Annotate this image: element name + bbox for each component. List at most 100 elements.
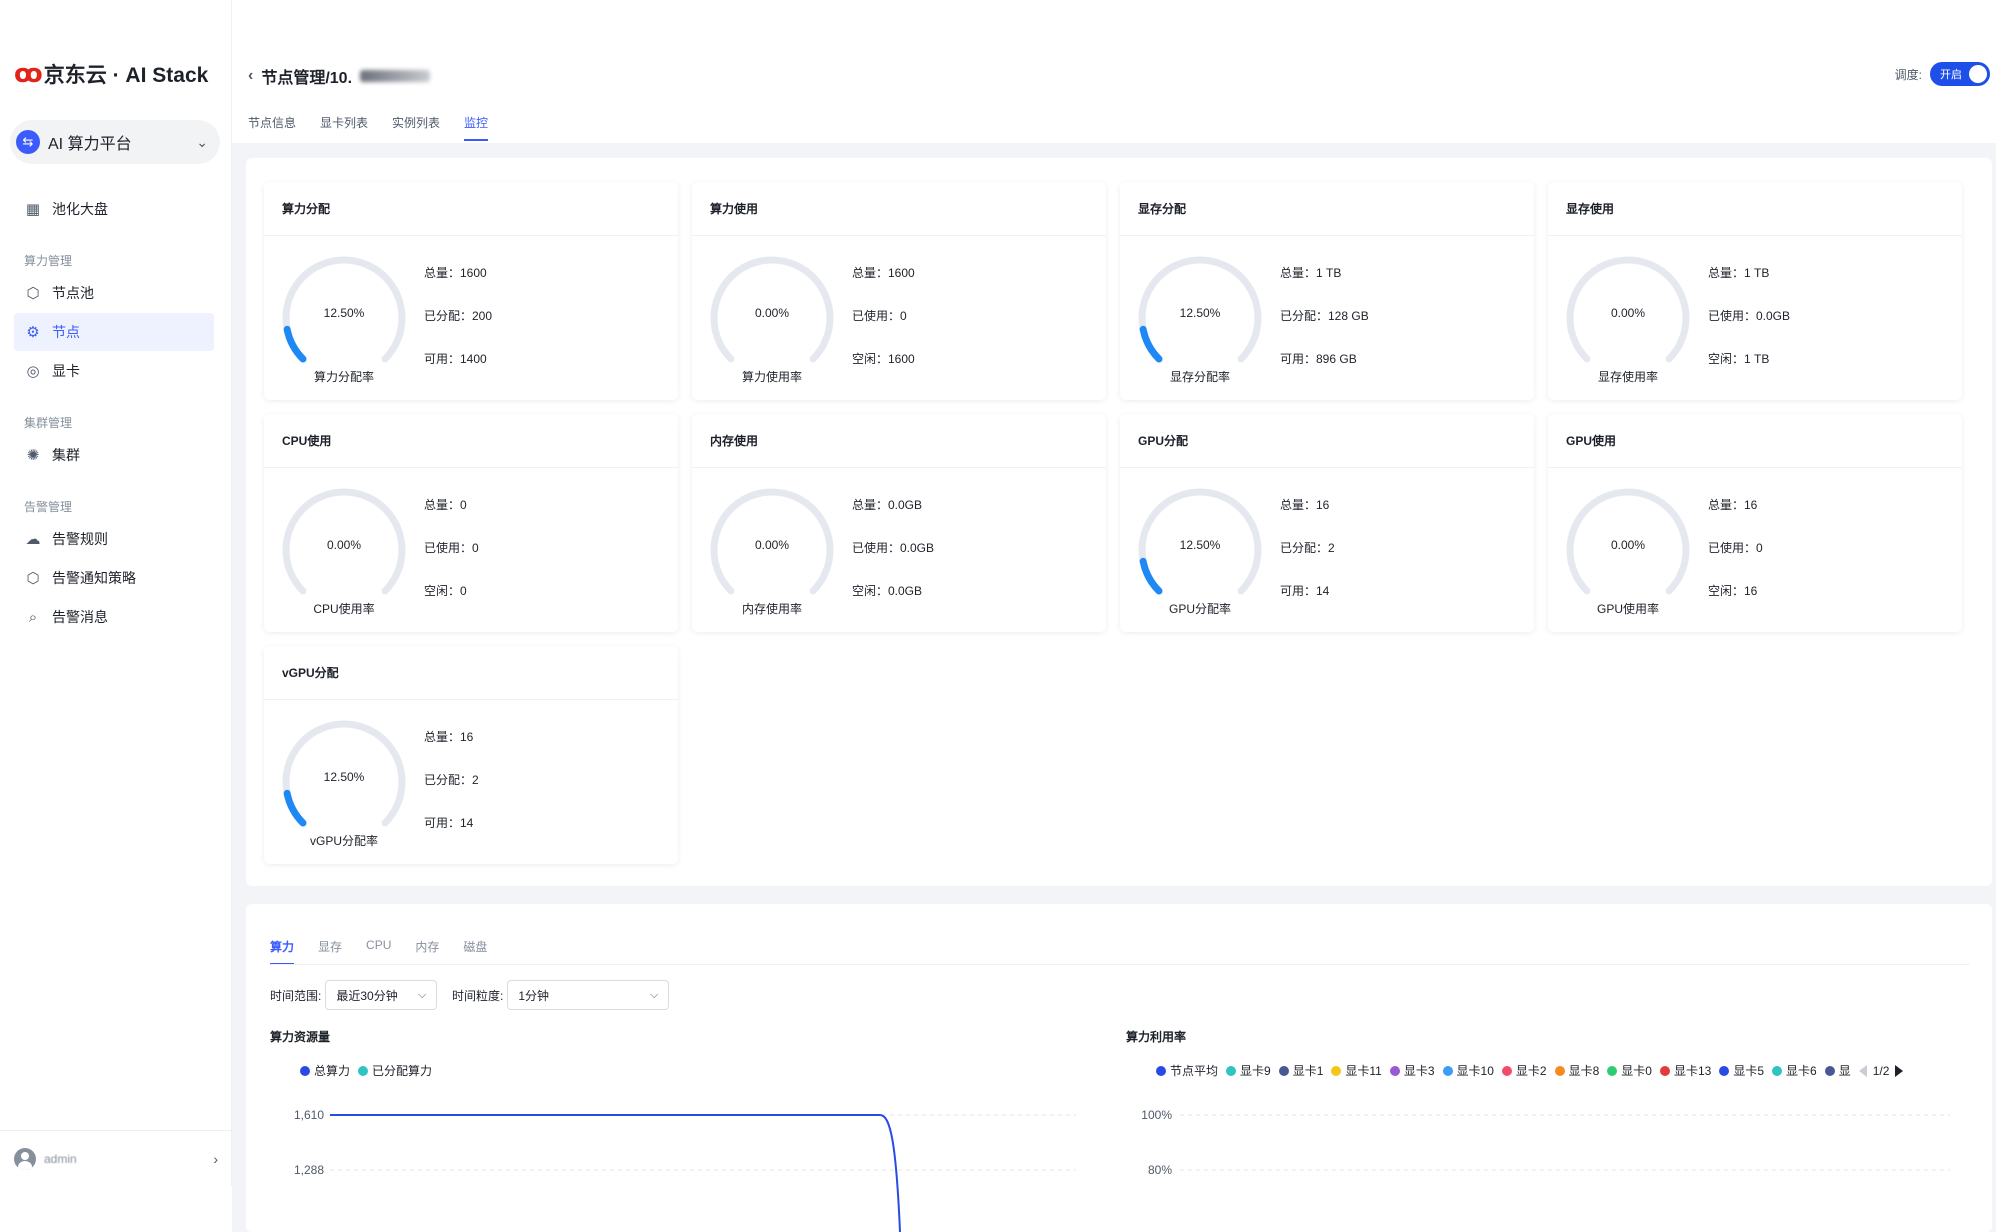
legend-item[interactable]: 显卡2 [1501,1062,1547,1079]
legend-item[interactable]: 已分配算力 [358,1062,432,1079]
stat-total: 总量：1600 [424,266,487,280]
sidebar-item-alert-policy[interactable]: ⬡ 告警通知策略 [14,559,214,597]
legend-label: 显 [1838,1064,1851,1078]
gauge-value: 12.50% [323,306,365,320]
legend-dot [358,1065,369,1076]
stat-used: 已使用：0 [424,541,479,555]
schedule-toggle-text: 开启 [1940,69,1962,81]
legend-label: 总算力 [314,1064,351,1078]
granularity-select[interactable]: 1分钟 ⌵ [507,980,670,1010]
legend-item[interactable]: 显卡10 [1442,1062,1494,1079]
legend-item[interactable]: 显卡0 [1607,1062,1652,1079]
legend-utilization: 节点平均 显卡9 显卡1 显卡11 显卡3 显卡10 显卡2 显卡8 显卡0 显卡13 显卡5 显卡6… [1156,1062,1904,1079]
metric-card-vram-alloc: 显存分配 12.50% 显存分配率 总量：1 TB 已分配：128 GB 可用：… [1120,182,1534,400]
legend-dot [1501,1065,1512,1076]
tab-memory[interactable]: 内存 [415,938,439,965]
cluster-icon: ✺ [26,447,40,464]
legend-pager: 1/2 [1858,1064,1904,1078]
sidebar-item-gpu[interactable]: ◎ 显卡 [14,352,214,390]
sidebar-item-node[interactable]: ⚙ 节点 [14,313,214,351]
legend-label: 显卡1 [1292,1064,1324,1078]
gauge-value: 0.00% [754,538,790,552]
sidebar-item-label: 告警消息 [52,609,108,625]
sidebar-item-alert-messages[interactable]: ⌕ 告警消息 [14,598,214,636]
metric-card-cpu-usage: CPU使用 0.00% CPU使用率 总量：0 已使用：0 空闲：0 [264,414,678,632]
tab-instance-list[interactable]: 实例列表 [392,114,440,141]
user-profile[interactable]: admin › [0,1130,232,1186]
platform-switcher[interactable]: ⇆ AI 算力平台 ⌄ [10,120,220,164]
legend-item[interactable]: 显卡8 [1554,1062,1599,1079]
chevron-left-icon[interactable]: ‹ [248,67,253,85]
gauge-fill [1139,325,1163,363]
chevron-down-icon: ⌵ [418,989,427,1001]
legend-item[interactable]: 显卡11 [1331,1062,1382,1079]
dashboard-icon: ▦ [25,201,41,218]
metric-tabs: 算力 显存 CPU 内存 磁盘 [270,938,487,965]
y-tick-label: 1,288 [293,1163,324,1177]
nav-group-cluster: 集群管理 [24,416,73,430]
legend-item[interactable]: 节点平均 [1156,1062,1218,1079]
sidebar-item-cluster[interactable]: ✺ 集群 [14,436,214,474]
sidebar-item-dashboard[interactable]: ▦ 池化大盘 [14,190,214,228]
legend-item[interactable]: 显卡5 [1719,1062,1764,1079]
stat-total: 总量：0 [424,498,467,512]
tab-disk[interactable]: 磁盘 [463,938,487,965]
stat-free: 空闲：0 [424,584,467,598]
schedule-toggle[interactable]: 开启 [1930,62,1990,86]
card-stats: 总量：16 已分配：2 可用：14 [424,728,479,857]
sidebar-item-node-pool[interactable]: ⬡ 节点池 [14,274,214,312]
legend-item[interactable]: 显卡3 [1389,1062,1435,1079]
sidebar-item-alert-rules[interactable]: ☁ 告警规则 [14,520,214,558]
gauge-label: CPU使用率 [313,602,375,616]
card-stats: 总量：1 TB 已使用：0.0GB 空闲：1 TB [1708,264,1790,393]
legend-item[interactable]: 显 [1824,1062,1851,1079]
gauge-label: GPU分配率 [1168,602,1231,616]
tab-monitor[interactable]: 监控 [464,114,489,141]
card-title: 内存使用 [692,414,1106,468]
legend-label: 显卡0 [1621,1064,1652,1078]
metric-card-vgpu-alloc: vGPU分配 12.50% vGPU分配率 总量：16 已分配：2 可用：14 [264,646,678,864]
card-stats: 总量：16 已分配：2 可用：14 [1280,496,1335,625]
brand-logo[interactable]: ꝏ 京东云 · AI Stack [14,58,208,89]
card-title: CPU使用 [264,414,678,468]
legend-item[interactable]: 显卡13 [1659,1062,1711,1079]
tab-cpu[interactable]: CPU [366,938,391,965]
granularity-value: 1分钟 [518,988,550,1003]
legend-item[interactable]: 总算力 [300,1062,350,1079]
stat-free: 可用：896 GB [1280,352,1357,366]
prev-page-icon[interactable] [1858,1064,1867,1077]
tab-vram[interactable]: 显存 [318,938,342,965]
gauge-value: 0.00% [1610,306,1646,320]
utilization-chart-svg [1180,1114,1950,1171]
card-stats: 总量：1600 已使用：0 空闲：1600 [852,264,915,393]
legend-dot [1389,1065,1400,1076]
metric-card-compute-alloc: 算力分配 12.50% 算力分配率 总量：1600 已分配：200 可用：140… [264,182,678,400]
time-range-select[interactable]: 最近30分钟 ⌵ [325,980,438,1010]
sidebar-item-label: 告警规则 [52,531,108,547]
page-title: ‹ 节点管理/10. [248,64,431,88]
next-page-icon[interactable] [1895,1064,1904,1077]
nav-group-alert: 告警管理 [24,500,73,514]
metric-card-gpu-usage: GPU使用 0.00% GPU使用率 总量：16 已使用：0 空闲：16 [1548,414,1962,632]
time-range-label: 时间范围: [270,988,322,1003]
legend-item[interactable]: 显卡6 [1772,1062,1817,1079]
legend-item[interactable]: 显卡1 [1278,1062,1324,1079]
stat-used: 已使用：0.0GB [852,541,935,555]
stat-used: 已使用：0 [1708,541,1763,555]
y-tick-label: 80% [1147,1163,1172,1177]
chart-title-utilization: 算力利用率 [1126,1030,1187,1044]
sidebar-item-label: 告警通知策略 [52,570,136,586]
tab-node-info[interactable]: 节点信息 [248,114,296,141]
granularity-filter: 时间粒度: 1分钟 ⌵ [452,980,670,1010]
tab-compute[interactable]: 算力 [270,938,295,965]
stat-used: 已使用：0 [852,309,907,323]
tab-gpu-list[interactable]: 显卡列表 [320,114,368,141]
gauge-label: vGPU分配率 [309,834,378,848]
chart-title-resource: 算力资源量 [270,1030,331,1044]
stat-total: 总量：1600 [852,266,915,280]
platform-label: AI 算力平台 [48,136,132,153]
legend-label: 显卡11 [1345,1064,1382,1078]
card-stats: 总量：0 已使用：0 空闲：0 [424,496,479,625]
legend-dot [1442,1065,1453,1076]
legend-item[interactable]: 显卡9 [1226,1062,1271,1079]
